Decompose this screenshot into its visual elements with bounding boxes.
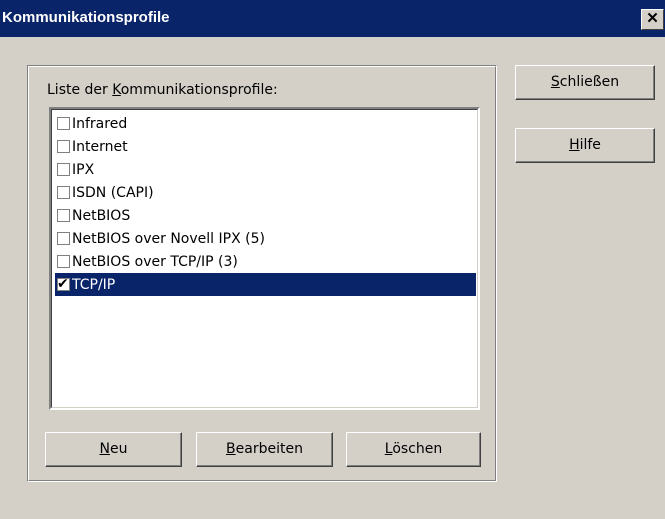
label-accel: K — [112, 82, 121, 98]
edit-button-label: earbeiten — [235, 441, 303, 457]
list-item-label: NetBIOS over TCP/IP (3) — [72, 253, 238, 270]
close-button-label: chließen — [559, 74, 620, 90]
help-button[interactable]: Hilfe — [515, 128, 655, 163]
label-rest: ommunikationsprofile: — [120, 82, 278, 98]
edit-button-accel: B — [226, 441, 236, 457]
list-item-netbios-tcpip[interactable]: NetBIOS over TCP/IP (3) — [55, 250, 476, 273]
checkbox[interactable] — [57, 140, 70, 153]
list-item-label: NetBIOS — [72, 207, 131, 224]
close-icon: ✕ — [646, 10, 659, 27]
edit-button[interactable]: Bearbeiten — [196, 432, 333, 467]
profiles-list-label: Liste der Kommunikationsprofile: — [47, 82, 278, 98]
list-item-netbios-ipx[interactable]: NetBIOS over Novell IPX (5) — [55, 227, 476, 250]
list-item-netbios[interactable]: NetBIOS — [55, 204, 476, 227]
delete-button-accel: L — [384, 441, 393, 457]
list-item-label: NetBIOS over Novell IPX (5) — [72, 230, 265, 247]
profiles-listbox[interactable]: Infrared Internet IPX ISDN (CAPI) NetBIO… — [49, 107, 480, 410]
list-item-label: TCP/IP — [72, 276, 116, 293]
list-item-ipx[interactable]: IPX — [55, 158, 476, 181]
help-button-accel: H — [569, 137, 580, 153]
help-button-label: ilfe — [579, 137, 601, 153]
checkbox[interactable]: ✔ — [57, 276, 70, 292]
new-button[interactable]: Neu — [45, 432, 182, 467]
check-icon: ✔ — [57, 276, 69, 292]
list-item-label: Internet — [72, 138, 128, 155]
checkbox[interactable] — [57, 209, 70, 222]
window-title: Kommunikationsprofile — [2, 9, 170, 26]
checkbox[interactable] — [57, 255, 70, 268]
delete-button[interactable]: Löschen — [346, 432, 481, 467]
list-item-tcpip[interactable]: ✔ TCP/IP — [55, 273, 476, 296]
list-item-label: ISDN (CAPI) — [72, 184, 154, 201]
title-bar[interactable]: Kommunikationsprofile ✕ — [0, 0, 665, 37]
checkbox[interactable] — [57, 232, 70, 245]
profiles-listbox-inner: Infrared Internet IPX ISDN (CAPI) NetBIO… — [51, 109, 478, 408]
list-item-label: IPX — [72, 161, 95, 178]
dialog-window: Kommunikationsprofile ✕ Liste der Kommun… — [0, 0, 665, 519]
close-button-accel: S — [550, 74, 560, 90]
list-item-isdn-capi[interactable]: ISDN (CAPI) — [55, 181, 476, 204]
delete-button-label: öschen — [392, 441, 443, 457]
close-button[interactable]: Schließen — [515, 65, 655, 100]
checkbox[interactable] — [57, 163, 70, 176]
new-button-accel: N — [99, 441, 110, 457]
new-button-label: eu — [109, 441, 128, 457]
list-item-infrared[interactable]: Infrared — [55, 112, 476, 135]
list-item-internet[interactable]: Internet — [55, 135, 476, 158]
label-prefix: Liste der — [47, 82, 113, 98]
checkbox[interactable] — [57, 186, 70, 199]
close-window-button[interactable]: ✕ — [641, 9, 664, 30]
list-item-label: Infrared — [72, 115, 128, 132]
checkbox[interactable] — [57, 117, 70, 130]
